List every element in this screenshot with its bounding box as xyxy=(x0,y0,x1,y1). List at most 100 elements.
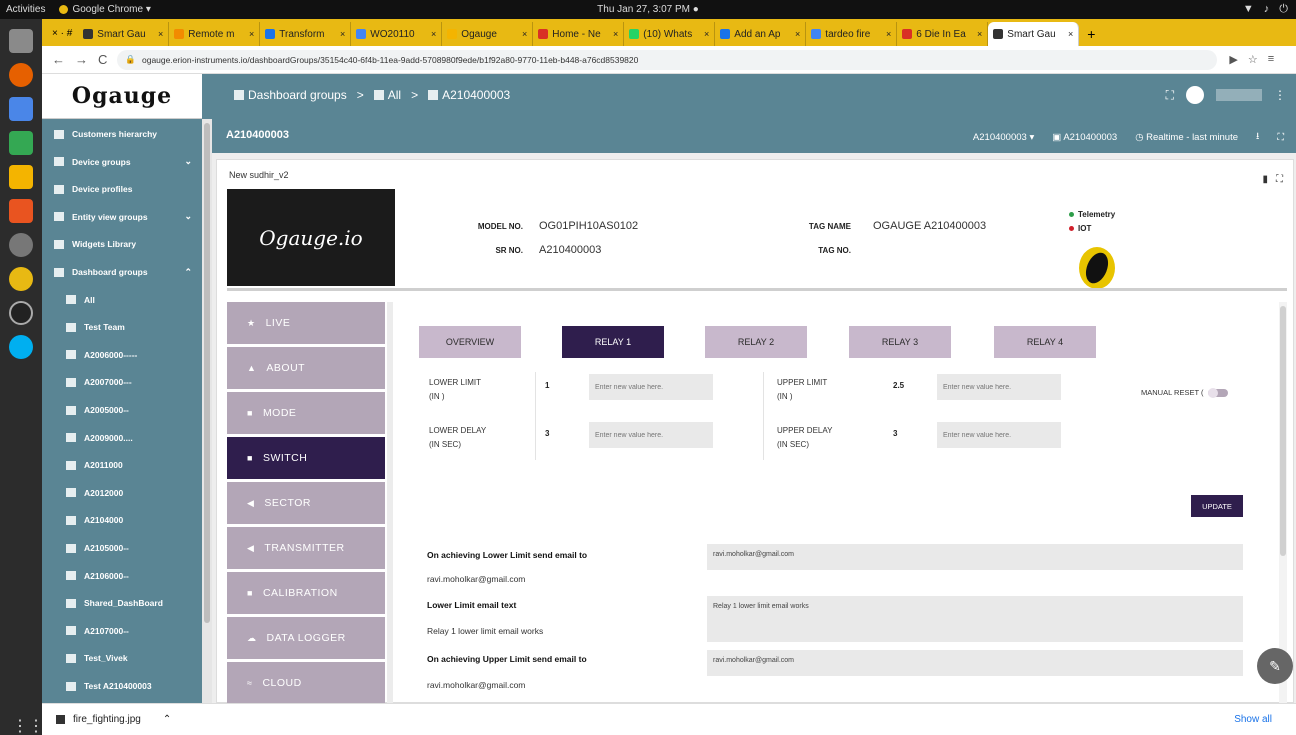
relay-tab[interactable]: RELAY 1 xyxy=(562,326,664,358)
sidebar-item[interactable]: Dashboard groups ⌃ xyxy=(42,259,202,285)
tab-close-icon[interactable]: × xyxy=(977,29,982,39)
upper-delay-input[interactable] xyxy=(937,422,1061,448)
sidebar-scroll-thumb[interactable] xyxy=(204,123,210,623)
sidebar-item[interactable]: A2011000 xyxy=(42,452,202,478)
tab-close-icon[interactable]: × xyxy=(158,29,163,39)
sidebar-item[interactable]: Shared_DashBoard xyxy=(42,590,202,616)
forward-icon[interactable]: → xyxy=(75,52,88,67)
export-icon[interactable]: ▮ xyxy=(1262,174,1268,185)
show-all-button[interactable]: Show all xyxy=(1234,714,1272,725)
breadcrumb-all[interactable]: All xyxy=(373,88,401,102)
menu-item[interactable]: ■ MODE xyxy=(227,392,385,434)
menu-item[interactable]: ◀ SECTOR xyxy=(227,482,385,524)
widget-fullscreen-icon[interactable]: ⛶ xyxy=(1276,174,1283,185)
menu-scrollbar[interactable] xyxy=(387,302,393,704)
url-bar[interactable]: 🔒 ogauge.erion-instruments.io/dashboardG… xyxy=(117,49,1218,70)
sheets-icon[interactable] xyxy=(9,131,33,155)
relay-tab[interactable]: RELAY 3 xyxy=(849,326,951,358)
menu-item[interactable]: ☁ DATA LOGGER xyxy=(227,617,385,659)
media-icon[interactable]: ▶ xyxy=(1229,53,1237,66)
tab-close-icon[interactable]: × xyxy=(340,29,345,39)
app-grid-icon[interactable]: ⋮⋮ xyxy=(12,716,44,735)
download-icon[interactable]: ⭳ xyxy=(1256,129,1259,145)
tab-close-icon[interactable]: × xyxy=(249,29,254,39)
relay-tab[interactable]: OVERVIEW xyxy=(419,326,521,358)
timewindow-button[interactable]: ◷ Realtime - last minute xyxy=(1135,132,1238,143)
panel-scroll-thumb[interactable] xyxy=(1280,306,1286,556)
sidebar-item[interactable]: Widgets Library xyxy=(42,231,202,257)
star-icon[interactable]: ☆ xyxy=(1248,53,1258,66)
sidebar-item[interactable]: A2009000.... xyxy=(42,425,202,451)
sidebar-item[interactable]: Test_Vivek xyxy=(42,645,202,671)
files-icon[interactable] xyxy=(9,29,33,53)
menu-item[interactable]: ◀ TRANSMITTER xyxy=(227,527,385,569)
skype-icon[interactable] xyxy=(9,335,33,359)
extensions-icon[interactable]: ≡ xyxy=(1268,53,1274,66)
relay-tab[interactable]: RELAY 2 xyxy=(705,326,807,358)
menu-item[interactable]: ≈ CLOUD xyxy=(227,662,385,704)
relay-tab[interactable]: RELAY 4 xyxy=(994,326,1096,358)
activities-button[interactable]: Activities xyxy=(6,4,45,15)
menu-item[interactable]: ■ SWITCH xyxy=(227,437,385,479)
back-icon[interactable]: ← xyxy=(52,52,65,67)
browser-tab[interactable]: Ogauge × xyxy=(442,22,534,46)
more-menu-icon[interactable]: ⋮ xyxy=(1274,88,1286,102)
upper-limit-input[interactable] xyxy=(937,374,1061,400)
sidebar-item[interactable]: A2012000 xyxy=(42,480,202,506)
fullscreen-icon[interactable]: ⛶ xyxy=(1166,88,1174,103)
chevron-icon[interactable]: ⌄ xyxy=(184,211,192,222)
ogauge-logo[interactable]: Ogauge xyxy=(42,74,202,119)
system-tray[interactable]: ▼ ♪ ⏻ xyxy=(1243,3,1288,16)
obs-icon[interactable] xyxy=(9,301,33,325)
sidebar-item[interactable]: All xyxy=(42,287,202,313)
manual-reset-toggle[interactable] xyxy=(1207,387,1228,398)
lower-delay-input[interactable] xyxy=(589,422,713,448)
browser-tab[interactable]: Smart Gau × xyxy=(78,22,170,46)
browser-tab[interactable]: Home - Ne × xyxy=(533,22,625,46)
sidebar-scrollbar[interactable] xyxy=(202,119,212,703)
upper-email-input[interactable]: ravi.moholkar@gmail.com xyxy=(707,650,1243,676)
browser-tab[interactable]: (10) Whats × xyxy=(624,22,716,46)
browser-tab[interactable]: WO20110 × xyxy=(351,22,443,46)
edit-fab-button[interactable]: ✎ xyxy=(1257,648,1293,684)
sidebar-item[interactable]: Test A210400003 xyxy=(42,673,202,699)
lower-email-input[interactable]: ravi.moholkar@gmail.com xyxy=(707,544,1243,570)
software-icon[interactable] xyxy=(9,199,33,223)
docs-icon[interactable] xyxy=(9,97,33,121)
menu-item[interactable]: ▲ ABOUT xyxy=(227,347,385,389)
download-chevron-icon[interactable]: ⌃ xyxy=(163,714,171,725)
browser-tab[interactable]: Remote m × xyxy=(169,22,261,46)
tab-close-icon[interactable]: × xyxy=(522,29,527,39)
sidebar-item[interactable]: A2007000--- xyxy=(42,369,202,395)
sidebar-item[interactable]: A2105000-- xyxy=(42,535,202,561)
sidebar-item[interactable]: A2006000----- xyxy=(42,342,202,368)
slides-icon[interactable] xyxy=(9,165,33,189)
update-button[interactable]: UPDATE xyxy=(1191,495,1243,517)
browser-tab[interactable]: Add an Ap × xyxy=(715,22,807,46)
browser-tab[interactable]: 6 Die In Ea × xyxy=(897,22,989,46)
browser-tab[interactable]: tardeo fire × xyxy=(806,22,898,46)
tab-search-icon[interactable]: × · # xyxy=(46,22,78,46)
firefox-icon[interactable] xyxy=(9,63,33,87)
dashboard-state-select[interactable]: A210400003 ▾ xyxy=(973,132,1034,143)
dashboard-fullscreen-icon[interactable]: ⛶ xyxy=(1277,132,1284,143)
sidebar-item[interactable]: Device groups ⌄ xyxy=(42,149,202,175)
tab-close-icon[interactable]: × xyxy=(886,29,891,39)
menu-item[interactable]: ■ CALIBRATION xyxy=(227,572,385,614)
breadcrumb-dashboard-groups[interactable]: Dashboard groups xyxy=(234,88,347,102)
chevron-icon[interactable]: ⌃ xyxy=(184,267,192,278)
sidebar-item[interactable]: Customers hierarchy xyxy=(42,121,202,147)
sidebar-item[interactable]: Entity view groups ⌄ xyxy=(42,204,202,230)
sidebar-item[interactable]: A2106000-- xyxy=(42,563,202,589)
sidebar-item[interactable]: A2005000-- xyxy=(42,397,202,423)
download-item[interactable]: fire_fighting.jpg ⌃ xyxy=(56,714,171,725)
settings-icon[interactable] xyxy=(9,233,33,257)
tab-close-icon[interactable]: × xyxy=(1068,29,1073,39)
browser-tab[interactable]: Smart Gau × xyxy=(988,22,1080,46)
lower-limit-input[interactable] xyxy=(589,374,713,400)
tab-close-icon[interactable]: × xyxy=(704,29,709,39)
tab-close-icon[interactable]: × xyxy=(795,29,800,39)
tab-close-icon[interactable]: × xyxy=(613,29,618,39)
sidebar-item[interactable]: Test Team xyxy=(42,314,202,340)
chevron-icon[interactable]: ⌄ xyxy=(184,156,192,167)
